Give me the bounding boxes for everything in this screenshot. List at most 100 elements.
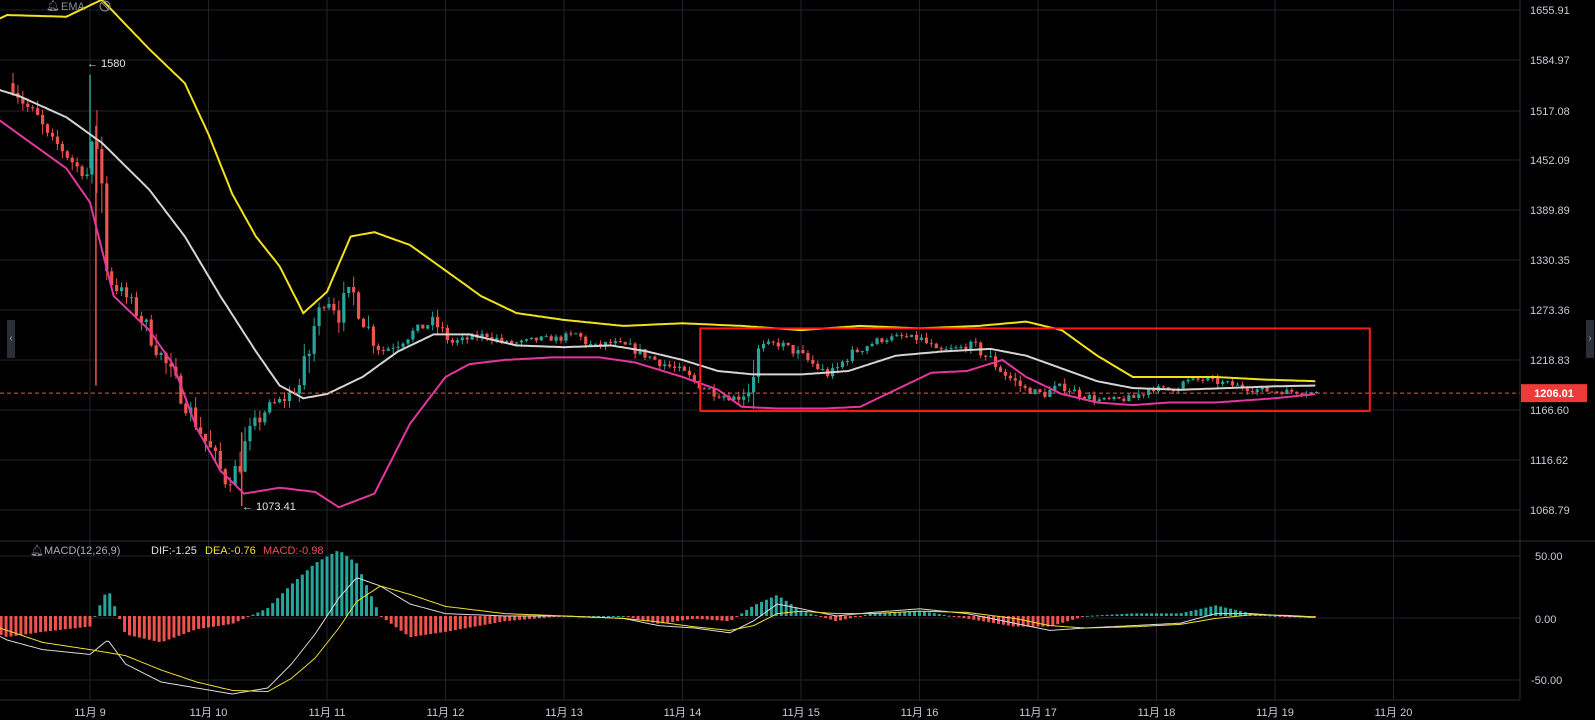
candle-body	[628, 343, 632, 345]
candle-body	[1122, 398, 1126, 402]
macd-bar	[1051, 616, 1055, 626]
macd-bar	[942, 614, 946, 616]
candle-body	[687, 370, 692, 376]
macd-bar	[1150, 613, 1154, 616]
right-collapse-handle[interactable]: ›	[1586, 320, 1594, 358]
macd-bar	[128, 616, 131, 636]
macd-bar	[1061, 616, 1065, 623]
macd-bar	[606, 616, 610, 617]
candle-body	[539, 336, 543, 341]
candle-body	[1275, 391, 1279, 393]
macd-bar	[513, 616, 517, 621]
candle-body	[55, 136, 60, 144]
macd-bar	[83, 616, 87, 628]
candle-body	[1087, 395, 1091, 399]
candle-body	[124, 287, 129, 298]
macd-bar	[636, 616, 640, 620]
candle-body	[821, 369, 825, 371]
candle-body	[1132, 395, 1136, 398]
kline-chart[interactable]: 1655.91 1584.97 1517.08 1452.09 1389.89 …	[0, 0, 1595, 720]
ema-indicator-label[interactable]: EMA	[61, 1, 86, 13]
low-annotation: ← 1073.41	[242, 501, 296, 513]
candle-body	[865, 346, 869, 352]
macd-bar	[764, 599, 768, 616]
candle-body	[253, 417, 257, 426]
candle-body	[663, 364, 667, 367]
macd-bar	[34, 616, 38, 633]
candle-body	[1216, 377, 1220, 384]
candle-body	[302, 356, 306, 386]
macd-bar	[1056, 616, 1060, 625]
candle-body	[332, 303, 336, 311]
macd-bar	[735, 616, 739, 617]
macd-bell-icon[interactable]: 🔔︎	[30, 544, 44, 557]
macd-bar	[142, 616, 146, 639]
candle-body	[584, 336, 588, 345]
candle-body	[766, 341, 771, 344]
price-tick: 1517.08	[1530, 106, 1570, 118]
macd-bar	[602, 616, 605, 617]
candle-body	[1072, 389, 1077, 392]
candle-body	[1265, 387, 1269, 392]
candle-body	[515, 342, 519, 344]
candle-body	[786, 342, 790, 346]
candle-body	[282, 399, 287, 402]
candle-body	[529, 337, 534, 340]
candle-body	[910, 334, 914, 337]
candle-body	[1206, 377, 1210, 381]
macd-bar	[360, 574, 364, 616]
macd-bar	[478, 616, 482, 626]
candle-body	[273, 402, 277, 404]
macd-title[interactable]: MACD(12,26,9)	[44, 545, 120, 557]
macd-bar	[1214, 605, 1218, 616]
macd-bar	[9, 616, 13, 637]
macd-bar	[789, 604, 793, 616]
macd-bar	[261, 610, 265, 616]
candle-body	[1112, 397, 1116, 399]
macd-dif-label: DIF:-1.25	[151, 545, 197, 557]
macd-bar	[295, 579, 299, 616]
candle-body	[939, 348, 943, 350]
macd-bar	[1184, 612, 1188, 616]
macd-bar	[458, 616, 462, 630]
time-label: 11月 18	[1138, 707, 1176, 719]
macd-bar	[137, 616, 141, 638]
candle-body	[1191, 378, 1195, 380]
macd-bar	[192, 616, 196, 631]
macd-bar	[1204, 607, 1208, 616]
bell-icon[interactable]: 🔔︎	[46, 0, 60, 12]
macd-bar	[1155, 613, 1158, 616]
macd-bar	[172, 616, 176, 638]
candle-body	[549, 336, 553, 341]
macd-bar	[424, 616, 428, 635]
macd-bar	[809, 613, 813, 616]
chevron-right-icon: ›	[1588, 333, 1592, 344]
macd-bar	[216, 616, 220, 626]
candle-body	[1092, 395, 1096, 402]
left-collapse-handle[interactable]: ‹	[7, 320, 15, 358]
macd-bar	[1164, 613, 1168, 616]
macd-bar	[419, 616, 423, 636]
candle-body	[1290, 389, 1294, 392]
candle-body	[154, 345, 158, 355]
macd-bar	[157, 616, 161, 642]
price-tick: 1584.97	[1530, 55, 1570, 67]
candle-body	[594, 343, 598, 345]
current-price-label: 1206.01	[1534, 388, 1574, 400]
candle-body	[801, 350, 805, 354]
candle-body	[737, 396, 741, 400]
macd-bar	[1115, 614, 1119, 616]
macd-bar	[453, 616, 457, 631]
time-label: 11月 17	[1019, 707, 1057, 719]
macd-bar	[335, 551, 339, 616]
macd-bar	[439, 616, 443, 633]
macd-bar	[720, 616, 724, 621]
macd-bar	[103, 594, 107, 616]
macd-bar	[4, 616, 8, 637]
macd-bar	[132, 616, 136, 637]
candle-body	[233, 466, 237, 486]
macd-bar	[444, 616, 447, 632]
candle-body	[26, 103, 30, 108]
candle-body	[1038, 389, 1042, 393]
candle-body	[337, 310, 341, 323]
